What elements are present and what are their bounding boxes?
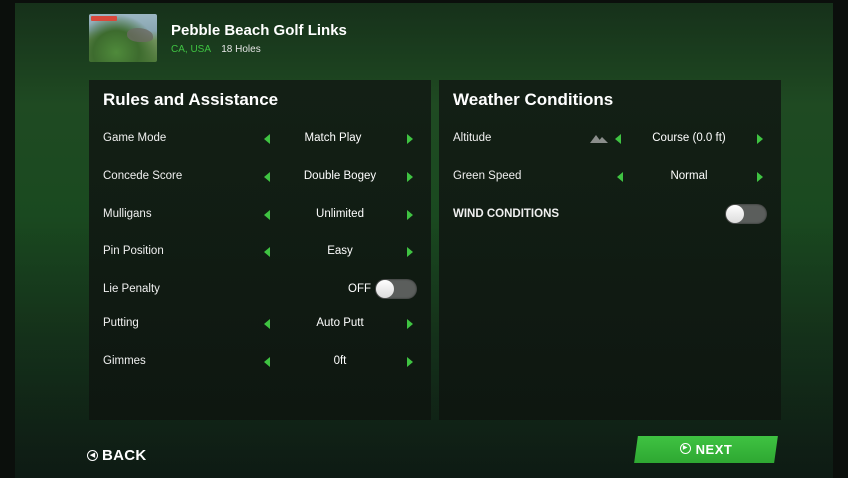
rules-row-game-mode: Game Mode Match Play — [89, 128, 431, 150]
rules-row-value: Easy — [327, 245, 353, 257]
wind-conditions-toggle[interactable] — [725, 204, 767, 224]
rules-row-putting: Putting Auto Putt — [89, 313, 431, 335]
weather-row-label: Green Speed — [453, 170, 522, 182]
rules-row-value: Unlimited — [316, 208, 364, 220]
arrow-right-icon[interactable] — [757, 134, 763, 144]
rules-row-label: Pin Position — [103, 245, 164, 257]
rules-row-label: Putting — [103, 317, 139, 329]
arrow-right-icon[interactable] — [407, 210, 413, 220]
back-icon: ◀ — [87, 450, 98, 461]
rules-row-concede-score: Concede Score Double Bogey — [89, 166, 431, 188]
window-top-border — [0, 0, 848, 3]
rules-row-value: Auto Putt — [316, 317, 364, 329]
weather-panel: Weather Conditions Altitude Course (0.0 … — [439, 80, 781, 420]
arrow-right-icon[interactable] — [407, 319, 413, 329]
arrow-left-icon[interactable] — [264, 210, 270, 220]
next-button-content: ▶ NEXT — [636, 436, 776, 463]
rules-panel-title: Rules and Assistance — [103, 90, 279, 109]
rules-row-lie-penalty: Lie Penalty OFF — [89, 279, 431, 301]
arrow-left-icon[interactable] — [264, 172, 270, 182]
next-label: NEXT — [695, 442, 733, 457]
lie-penalty-toggle[interactable] — [375, 279, 417, 299]
weather-panel-title: Weather Conditions — [453, 90, 614, 109]
next-button[interactable]: ▶ NEXT — [634, 436, 778, 463]
arrow-left-icon[interactable] — [264, 319, 270, 329]
arrow-left-icon[interactable] — [617, 172, 623, 182]
rules-panel: Rules and Assistance Game Mode Match Pla… — [89, 80, 431, 420]
arrow-right-icon[interactable] — [407, 247, 413, 257]
rules-row-label: Lie Penalty — [103, 283, 160, 295]
arrow-right-icon[interactable] — [407, 172, 413, 182]
rules-row-label: Concede Score — [103, 170, 183, 182]
rules-row-label: Gimmes — [103, 355, 146, 367]
toggle-knob — [376, 280, 394, 298]
course-location: CA, USA — [171, 44, 211, 55]
weather-row-value: Normal — [670, 170, 708, 182]
rules-row-label: Mulligans — [103, 208, 152, 220]
weather-row-label: Altitude — [453, 132, 492, 144]
next-icon: ▶ — [679, 443, 691, 455]
rules-row-gimmes: Gimmes 0ft — [89, 351, 431, 373]
weather-row-value: Course (0.0 ft) — [652, 132, 726, 144]
arrow-left-icon[interactable] — [264, 357, 270, 367]
arrow-right-icon[interactable] — [757, 172, 763, 182]
course-thumbnail — [89, 14, 157, 62]
rules-row-label: Game Mode — [103, 132, 167, 144]
window-right-border — [833, 0, 848, 478]
course-thumbnail-badge — [91, 16, 117, 21]
rules-row-mulligans: Mulligans Unlimited — [89, 204, 431, 226]
rules-row-pin-position: Pin Position Easy — [89, 241, 431, 263]
mountain-icon — [590, 135, 608, 143]
arrow-right-icon[interactable] — [407, 134, 413, 144]
weather-row-altitude: Altitude Course (0.0 ft) — [439, 128, 781, 150]
rules-row-value: Match Play — [304, 132, 362, 144]
arrow-left-icon[interactable] — [264, 134, 270, 144]
weather-row-green-speed: Green Speed Normal — [439, 166, 781, 188]
rules-row-value: OFF — [348, 283, 371, 295]
arrow-left-icon[interactable] — [264, 247, 270, 257]
window-left-border — [0, 0, 15, 478]
weather-row-label: WIND CONDITIONS — [453, 208, 560, 220]
toggle-knob — [726, 205, 744, 223]
rules-row-value: Double Bogey — [303, 170, 377, 182]
course-subtitle: CA, USA 18 Holes — [171, 44, 261, 55]
arrow-right-icon[interactable] — [407, 357, 413, 367]
back-label: BACK — [102, 447, 147, 464]
course-name: Pebble Beach Golf Links — [171, 22, 347, 39]
rules-row-value: 0ft — [333, 355, 347, 367]
arrow-left-icon[interactable] — [615, 134, 621, 144]
course-holes: 18 Holes — [221, 44, 261, 55]
weather-row-wind-conditions: WIND CONDITIONS — [439, 204, 781, 226]
course-thumbnail-rock — [127, 28, 153, 42]
